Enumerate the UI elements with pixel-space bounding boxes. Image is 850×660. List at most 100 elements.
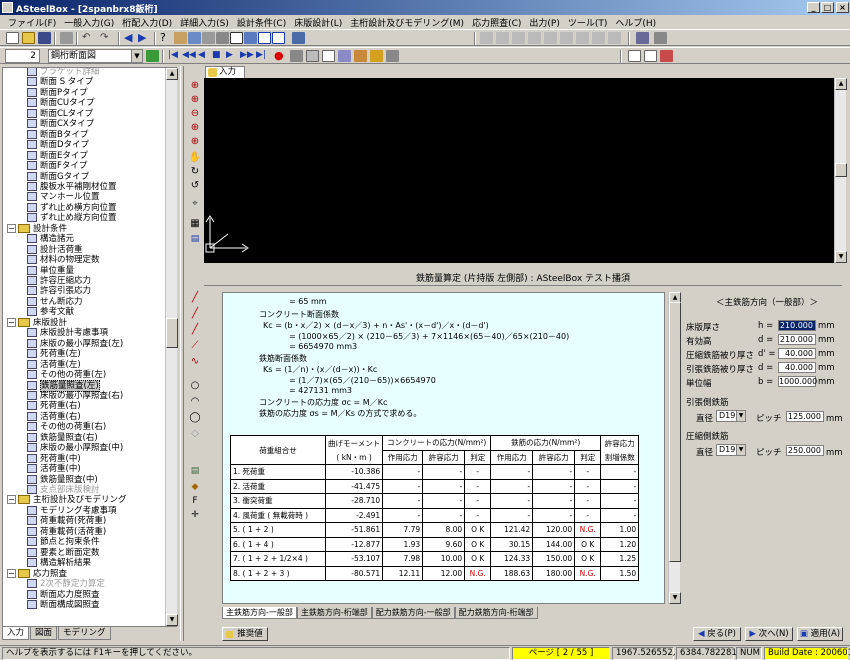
- tool-icon[interactable]: [660, 50, 673, 62]
- slab-thickness-input[interactable]: 210.000: [778, 320, 816, 331]
- prev-fast-icon[interactable]: ◀◀: [182, 50, 196, 62]
- tree-item[interactable]: 2次不静定力算定: [27, 579, 105, 590]
- save-icon[interactable]: [38, 32, 51, 44]
- redo-icon[interactable]: ↷: [100, 32, 113, 44]
- tool-icon[interactable]: [654, 32, 667, 44]
- menu-item[interactable]: ツール(T): [564, 15, 612, 30]
- tool-icon[interactable]: [628, 50, 641, 62]
- collapse-icon[interactable]: −: [7, 495, 16, 505]
- tool-icon[interactable]: [230, 32, 243, 44]
- scroll-down-icon[interactable]: ▼: [835, 251, 847, 263]
- first-page-icon[interactable]: |◀: [168, 50, 181, 62]
- tool-icon[interactable]: [592, 32, 605, 44]
- scroll-thumb[interactable]: [835, 163, 847, 177]
- collapse-icon[interactable]: −: [7, 568, 16, 578]
- tree-item[interactable]: 節点と拘束条件: [27, 537, 100, 548]
- tool-icon[interactable]: [306, 50, 319, 62]
- tool-icon[interactable]: [644, 50, 657, 62]
- tree-item[interactable]: 断面 S タイプ: [27, 77, 93, 88]
- apply-button[interactable]: ▣ 適用(A): [797, 627, 843, 641]
- drawing-canvas[interactable]: [204, 78, 834, 263]
- curve-tool-icon[interactable]: ∿: [188, 356, 202, 368]
- tab-input[interactable]: 入力: [2, 627, 30, 640]
- tree-item[interactable]: 許容引張応力: [27, 286, 91, 297]
- undo-icon[interactable]: ↶: [82, 32, 95, 44]
- tool-icon[interactable]: [354, 50, 367, 62]
- stop-icon[interactable]: ■: [212, 50, 225, 62]
- tree-item[interactable]: 床版の最小厚照査(中): [27, 443, 123, 454]
- menu-item[interactable]: 床版設計(L): [290, 15, 346, 30]
- tree-item[interactable]: 断面応力度照査: [27, 589, 100, 601]
- next-fast-icon[interactable]: ▶▶: [240, 50, 254, 62]
- menu-item[interactable]: 一般入力(G): [60, 15, 118, 30]
- record-icon[interactable]: ●: [274, 50, 287, 62]
- help-icon[interactable]: ?: [160, 32, 173, 44]
- tab-dist-general[interactable]: 配力鉄筋方向-一般部: [371, 607, 455, 619]
- tab-canvas-input[interactable]: 入力: [205, 66, 245, 78]
- menu-item[interactable]: 詳細入力(S): [176, 15, 233, 30]
- calc-scrollbar[interactable]: ▲ ▼: [668, 292, 681, 604]
- compression-cover-input[interactable]: 40.000: [778, 348, 816, 359]
- scroll-thumb[interactable]: [166, 318, 178, 348]
- tree-item[interactable]: 断面Gタイプ: [27, 171, 89, 183]
- tree-item[interactable]: ずれ止め縦方向位置: [27, 213, 117, 224]
- print-icon[interactable]: [60, 32, 73, 44]
- tree-item[interactable]: 死荷重(中): [27, 453, 81, 465]
- polyline-tool-icon[interactable]: ⟋: [188, 340, 202, 352]
- tool-icon[interactable]: [174, 32, 187, 44]
- menu-item[interactable]: 応力照査(C): [468, 15, 525, 30]
- view-combo[interactable]: 鋼桁断面図 ▼: [48, 49, 143, 63]
- tension-diameter-select[interactable]: D19 ▼: [716, 410, 746, 422]
- tool-icon[interactable]: [636, 32, 649, 44]
- zoom-in-icon[interactable]: ⊕: [188, 80, 202, 92]
- unit-width-input[interactable]: 1000.000: [778, 376, 817, 387]
- tree-item[interactable]: 断面Dタイプ: [27, 140, 89, 151]
- rotate-icon[interactable]: ↻: [188, 166, 202, 178]
- tool-icon[interactable]: [202, 32, 215, 44]
- tab-dist-end[interactable]: 配力鉄筋方向-桁端部: [454, 607, 538, 619]
- tree-item[interactable]: その他の荷重(右): [27, 422, 106, 433]
- line-tool-icon[interactable]: ╱: [188, 308, 202, 320]
- tool-icon[interactable]: [244, 32, 257, 44]
- canvas-scrollbar[interactable]: ▲ ▼: [834, 78, 847, 263]
- color-tool-icon[interactable]: ◆: [188, 482, 202, 494]
- zoom-out-icon[interactable]: ⊖: [188, 108, 202, 120]
- collapse-icon[interactable]: −: [7, 317, 16, 327]
- tool-icon[interactable]: [322, 50, 335, 62]
- compression-diameter-select[interactable]: D19 ▼: [716, 444, 746, 456]
- menu-item[interactable]: 出力(P): [525, 15, 563, 30]
- tree-scrollbar[interactable]: ▲ ▼: [165, 68, 178, 626]
- last-page-icon[interactable]: ▶|: [256, 50, 269, 62]
- tree-item[interactable]: 活荷重(中): [27, 464, 81, 475]
- line-tool-icon[interactable]: ╱: [188, 292, 202, 304]
- tool-icon[interactable]: [512, 32, 525, 44]
- tree-item[interactable]: 死荷重(右): [27, 401, 81, 412]
- rotate-icon[interactable]: ↺: [188, 180, 202, 192]
- zoom-all-icon[interactable]: ⊕: [188, 136, 202, 148]
- play-icon[interactable]: ▶: [226, 50, 239, 62]
- shape-tool-icon[interactable]: ◇: [188, 428, 202, 440]
- font-tool-icon[interactable]: F: [188, 496, 202, 508]
- tool-icon[interactable]: [146, 50, 159, 62]
- tree-item[interactable]: 材料の物理定数: [27, 255, 100, 266]
- scroll-down-icon[interactable]: ▼: [669, 592, 681, 604]
- next-button[interactable]: ▶ 次へ(N): [745, 627, 793, 641]
- tree-item[interactable]: マンホール位置: [27, 192, 100, 203]
- tool-icon[interactable]: [576, 32, 589, 44]
- tree-item[interactable]: 構造諸元: [27, 234, 74, 245]
- scroll-down-icon[interactable]: ▼: [166, 614, 178, 626]
- tool-icon[interactable]: [528, 32, 541, 44]
- layer-tool-icon[interactable]: ▤: [188, 466, 202, 478]
- close-button[interactable]: ×: [836, 2, 849, 13]
- tree-item[interactable]: 断面構成図照査: [27, 599, 100, 611]
- tab-modeling[interactable]: モデリング: [58, 627, 111, 640]
- circle-tool-icon[interactable]: ○: [188, 380, 202, 392]
- back-arrow-icon[interactable]: ◀: [124, 32, 137, 44]
- scroll-up-icon[interactable]: ▲: [166, 68, 178, 80]
- prev-icon[interactable]: ◀: [198, 50, 211, 62]
- menu-item[interactable]: ヘルプ(H): [611, 15, 660, 30]
- tool-icon[interactable]: [560, 32, 573, 44]
- new-file-icon[interactable]: [6, 32, 19, 44]
- scroll-up-icon[interactable]: ▲: [835, 78, 847, 90]
- tool-icon[interactable]: [370, 50, 383, 62]
